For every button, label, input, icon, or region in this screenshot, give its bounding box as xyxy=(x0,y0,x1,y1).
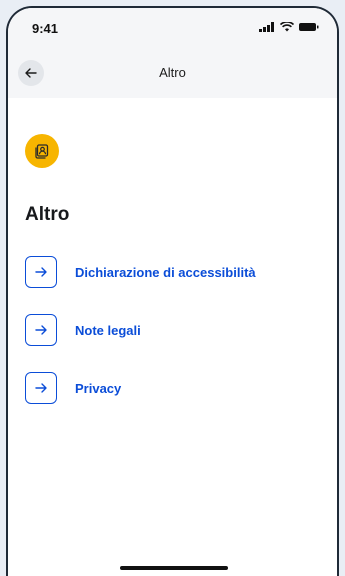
arrow-box xyxy=(25,314,57,346)
link-label: Privacy xyxy=(75,380,122,396)
home-indicator xyxy=(120,566,228,570)
navigation-bar: Altro xyxy=(8,48,337,98)
status-bar: 9:41 xyxy=(8,8,337,48)
section-icon-badge xyxy=(25,134,59,168)
arrow-box xyxy=(25,372,57,404)
arrow-right-icon xyxy=(35,325,47,335)
link-label: Dichiarazione di accessibilità xyxy=(75,264,256,280)
phone-frame: 9:41 Altro Altro Dichiarazione di access… xyxy=(6,6,339,576)
arrow-right-icon xyxy=(35,383,47,393)
battery-icon xyxy=(299,23,319,31)
wifi-icon xyxy=(280,22,294,32)
arrow-right-icon xyxy=(35,267,47,277)
links-list: Dichiarazione di accessibilità Note lega… xyxy=(25,255,325,429)
link-privacy[interactable]: Privacy xyxy=(25,371,325,405)
status-time: 9:41 xyxy=(32,21,59,36)
nav-title: Altro xyxy=(159,65,186,80)
link-label: Note legali xyxy=(75,322,141,338)
signal-icon xyxy=(259,22,274,32)
link-legal-notes[interactable]: Note legali xyxy=(25,313,325,347)
arrow-box xyxy=(25,256,57,288)
link-accessibility-statement[interactable]: Dichiarazione di accessibilità xyxy=(25,255,325,289)
contacts-book-icon xyxy=(35,144,49,159)
page-title: Altro xyxy=(25,204,70,225)
status-icons xyxy=(259,22,319,32)
